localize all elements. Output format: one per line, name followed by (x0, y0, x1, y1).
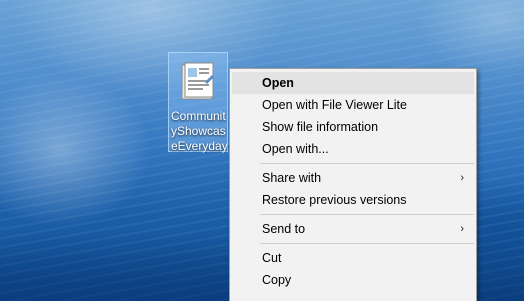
menu-item-label: Send to (262, 222, 306, 236)
menu-item-restore-previous-versions[interactable]: Restore previous versions (232, 189, 474, 211)
menu-item-label: Copy (262, 273, 292, 287)
menu-item-cut[interactable]: Cut (232, 247, 474, 269)
menu-item-open[interactable]: Open (232, 72, 474, 94)
menu-item-label: Cut (262, 251, 282, 265)
menu-item-label: Share with (262, 171, 322, 185)
menu-separator (260, 214, 474, 215)
menu-item-label: Open (262, 76, 294, 90)
menu-item-share-with[interactable]: Share with › (232, 167, 474, 189)
menu-item-label: Open with File Viewer Lite (262, 98, 407, 112)
menu-item-label: Restore previous versions (262, 193, 407, 207)
desktop-file-icon[interactable]: CommunityShowcaseEverydayArt (168, 52, 228, 153)
menu-item-send-to[interactable]: Send to › (232, 218, 474, 240)
menu-item-open-with[interactable]: Open with... (232, 138, 474, 160)
menu-item-open-with-file-viewer-lite[interactable]: Open with File Viewer Lite (232, 94, 474, 116)
context-menu: Open Open with File Viewer Lite Show fil… (229, 68, 477, 301)
desktop-file-label: CommunityShowcaseEverydayArt (171, 109, 228, 153)
menu-separator (260, 163, 474, 164)
menu-item-label: Open with... (262, 142, 329, 156)
menu-item-label: Show file information (262, 120, 379, 134)
menu-item-copy[interactable]: Copy (232, 269, 474, 291)
document-file-icon (181, 62, 214, 100)
menu-item-show-file-information[interactable]: Show file information (232, 116, 474, 138)
menu-separator (260, 243, 474, 244)
desktop-background[interactable]: CommunityShowcaseEverydayArt Open Open w… (0, 0, 524, 301)
chevron-right-icon: › (460, 172, 464, 184)
chevron-right-icon: › (460, 223, 464, 235)
